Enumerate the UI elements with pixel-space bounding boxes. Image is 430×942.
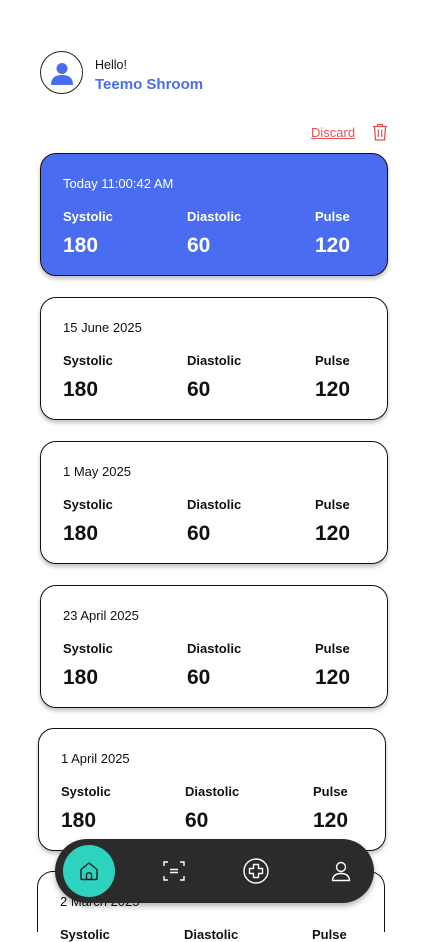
pulse-value: 120	[313, 809, 349, 832]
systolic-label: Systolic	[63, 497, 113, 512]
username-text: Teemo Shroom	[95, 76, 204, 93]
systolic-label: Systolic	[63, 641, 113, 656]
greeting-text: Hello!	[95, 58, 127, 72]
bottom-nav	[55, 839, 374, 903]
pulse-label: Pulse	[312, 927, 347, 942]
pulse-label: Pulse	[315, 497, 350, 512]
diastolic-label: Diastolic	[184, 927, 239, 942]
pulse-label: Pulse	[313, 784, 348, 799]
diastolic-label: Diastolic	[185, 784, 240, 799]
trash-icon[interactable]	[372, 123, 388, 141]
reading-card[interactable]: 23 April 2025 Systolic Diastolic Pulse 1…	[40, 585, 388, 708]
pulse-label: Pulse	[315, 353, 350, 368]
reading-date: Today 11:00:42 AM	[63, 176, 174, 191]
pulse-value: 120	[315, 234, 351, 257]
nav-add-button[interactable]	[230, 845, 282, 897]
diastolic-label: Diastolic	[187, 353, 242, 368]
scan-icon	[163, 861, 185, 881]
diastolic-label: Diastolic	[187, 641, 242, 656]
pulse-label: Pulse	[315, 641, 350, 656]
systolic-label: Systolic	[60, 927, 110, 942]
pulse-value: 120	[315, 522, 351, 545]
pulse-label: Pulse	[315, 209, 350, 224]
reading-date: 1 April 2025	[61, 751, 130, 766]
pulse-value: 120	[315, 666, 351, 689]
avatar[interactable]	[40, 51, 83, 94]
reading-date: 23 April 2025	[63, 608, 139, 623]
diastolic-label: Diastolic	[187, 209, 242, 224]
systolic-value: 180	[63, 378, 99, 401]
diastolic-value: 60	[187, 378, 211, 401]
diastolic-label: Diastolic	[187, 497, 242, 512]
pulse-value: 120	[315, 378, 351, 401]
systolic-label: Systolic	[63, 209, 113, 224]
diastolic-value: 60	[185, 809, 209, 832]
diastolic-value: 60	[187, 234, 211, 257]
reading-card[interactable]: 1 May 2025 Systolic Diastolic Pulse 180 …	[40, 441, 388, 564]
systolic-value: 180	[63, 666, 99, 689]
add-medical-icon	[243, 858, 269, 884]
diastolic-value: 60	[187, 522, 211, 545]
reading-card[interactable]: Today 11:00:42 AM Systolic Diastolic Pul…	[40, 153, 388, 276]
nav-home-button[interactable]	[63, 845, 115, 897]
systolic-label: Systolic	[61, 784, 111, 799]
diastolic-value: 60	[187, 666, 211, 689]
nav-profile-button[interactable]	[315, 845, 367, 897]
profile-icon	[331, 861, 351, 882]
reading-date: 1 May 2025	[63, 464, 131, 479]
systolic-value: 180	[63, 234, 99, 257]
systolic-value: 180	[61, 809, 97, 832]
systolic-value: 180	[63, 522, 99, 545]
reading-date: 15 June 2025	[63, 320, 142, 335]
nav-scan-button[interactable]	[148, 845, 200, 897]
reading-card[interactable]: 15 June 2025 Systolic Diastolic Pulse 18…	[40, 297, 388, 420]
systolic-label: Systolic	[63, 353, 113, 368]
home-icon	[80, 862, 98, 881]
discard-button[interactable]: Discard	[311, 125, 355, 140]
reading-card[interactable]: 1 April 2025 Systolic Diastolic Pulse 18…	[38, 728, 386, 851]
user-icon	[50, 62, 73, 85]
